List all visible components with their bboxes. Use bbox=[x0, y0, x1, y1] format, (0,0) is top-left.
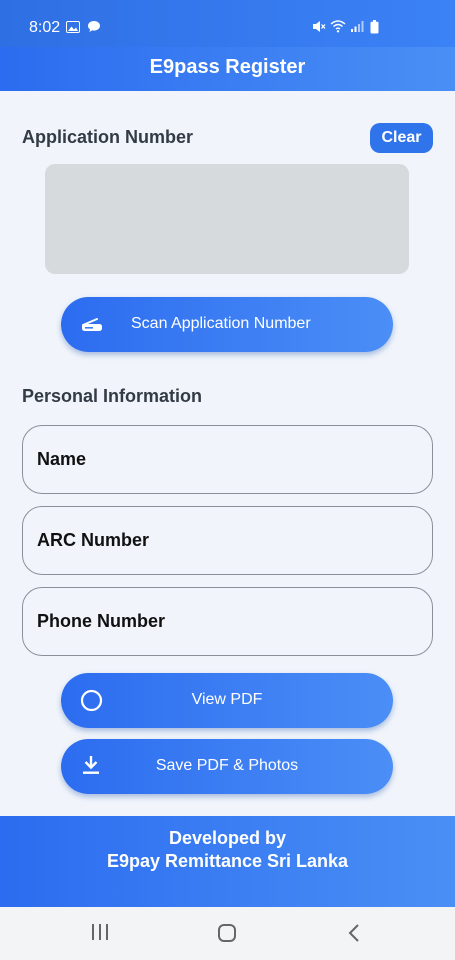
wifi-icon bbox=[330, 19, 346, 38]
page-title: E9pass Register bbox=[149, 56, 306, 78]
status-time: 8:02 bbox=[29, 19, 61, 36]
back-icon[interactable] bbox=[347, 923, 361, 948]
clear-button[interactable]: Clear bbox=[370, 123, 433, 153]
battery-icon bbox=[370, 20, 379, 39]
footer-company: E9pay Remittance Sri Lanka bbox=[106, 851, 349, 871]
scan-button-label: Scan Application Number bbox=[131, 315, 311, 332]
application-number-heading: Application Number bbox=[22, 127, 194, 147]
name-field[interactable]: Name bbox=[22, 425, 433, 494]
scan-application-number-button[interactable]: Scan Application Number bbox=[61, 297, 393, 352]
chat-icon bbox=[87, 20, 101, 38]
arc-number-field[interactable]: ARC Number bbox=[22, 506, 433, 575]
scanner-icon bbox=[81, 315, 103, 338]
save-pdf-label: Save PDF & Photos bbox=[155, 757, 299, 774]
footer: Developed by E9pay Remittance Sri Lanka bbox=[0, 816, 455, 907]
status-bar: 8:02 bbox=[0, 0, 455, 47]
personal-information-heading: Personal Information bbox=[22, 386, 203, 406]
home-icon[interactable] bbox=[217, 923, 237, 948]
recents-icon[interactable] bbox=[90, 923, 110, 946]
gallery-icon bbox=[66, 20, 80, 38]
name-field-label: Name bbox=[37, 449, 87, 469]
footer-developed-by: Developed by bbox=[168, 828, 287, 848]
system-navigation-bar bbox=[0, 907, 455, 960]
view-pdf-button[interactable]: View PDF bbox=[61, 673, 393, 728]
app-bar: E9pass Register bbox=[0, 47, 455, 91]
phone-number-field[interactable]: Phone Number bbox=[22, 587, 433, 656]
arc-number-field-label: ARC Number bbox=[37, 530, 150, 550]
application-number-display bbox=[45, 164, 409, 274]
mute-icon bbox=[312, 20, 326, 38]
signal-icon bbox=[350, 20, 364, 38]
view-pdf-label: View PDF bbox=[191, 691, 263, 708]
save-pdf-photos-button[interactable]: Save PDF & Photos bbox=[61, 739, 393, 794]
phone-number-field-label: Phone Number bbox=[37, 611, 166, 631]
